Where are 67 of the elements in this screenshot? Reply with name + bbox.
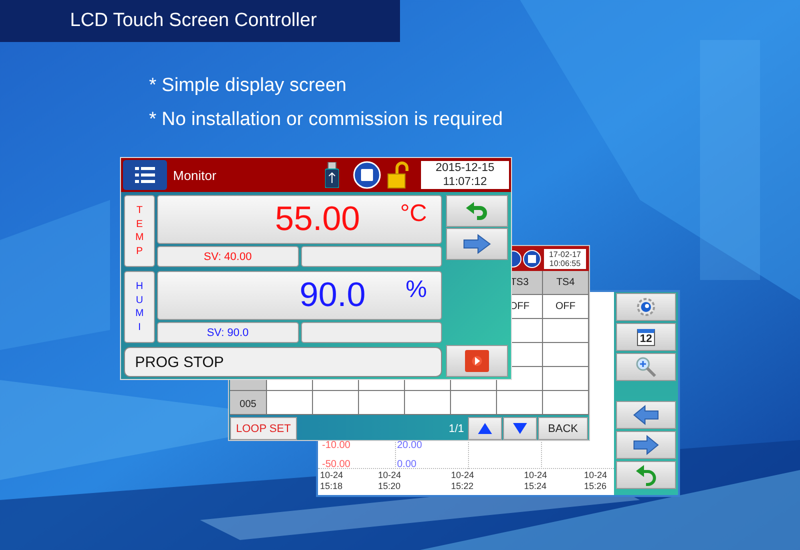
table-cell	[451, 391, 497, 415]
value-text: 55.00	[274, 200, 360, 239]
return-button[interactable]	[446, 195, 508, 227]
table-cell	[543, 343, 589, 367]
axis-label: -10.00	[322, 440, 350, 451]
time-label: 10-24 15:18	[320, 470, 344, 492]
table-cell	[497, 391, 543, 415]
return-button[interactable]	[616, 461, 676, 489]
value-text: 90.0	[299, 276, 366, 315]
page-down-button[interactable]	[503, 417, 537, 440]
right-arrow-icon	[633, 435, 659, 455]
channel-label: TEMP	[124, 195, 155, 267]
left-arrow-button[interactable]	[616, 401, 676, 429]
settings-button[interactable]	[616, 293, 676, 321]
play-icon	[465, 350, 489, 372]
table-cell	[359, 391, 405, 415]
date-time: 2015-12-15 11:07:12	[421, 161, 509, 189]
calendar-icon: 12	[636, 328, 656, 346]
page-indicator: 1/1	[448, 422, 464, 434]
table-cell	[405, 391, 451, 415]
table-cell	[313, 391, 359, 415]
table-cell	[543, 367, 589, 391]
table-cell	[543, 391, 589, 415]
setpoint-text: SV: 90.0	[206, 326, 249, 338]
status-text: PROG STOP	[135, 354, 224, 370]
column-header: TS4	[543, 271, 589, 295]
setpoint-text: SV: 40.00	[204, 250, 252, 262]
screen-title: Monitor	[173, 168, 216, 182]
right-arrow-button[interactable]	[446, 228, 508, 260]
settings-icon	[636, 297, 656, 317]
play-button[interactable]	[446, 345, 508, 377]
down-triangle-icon	[513, 423, 527, 434]
banner-title: LCD Touch Screen Controller	[70, 10, 317, 32]
loop-set-button[interactable]: LOOP SET	[230, 417, 297, 440]
time-label: 10-24 15:20	[378, 470, 402, 492]
axis-label: 20.00	[397, 440, 422, 451]
right-arrow-button[interactable]	[616, 431, 676, 459]
unit-text: °C	[400, 200, 427, 228]
channel-label: HUMI	[124, 271, 155, 343]
row-label: 005	[230, 391, 267, 415]
table-cell: OFF	[543, 295, 589, 319]
padlock-icon	[387, 161, 409, 189]
calendar-button[interactable]: 12	[616, 323, 676, 351]
time-label: 10-24 15:22	[451, 470, 474, 492]
up-triangle-icon	[478, 423, 492, 434]
page-up-button[interactable]	[468, 417, 502, 440]
table-cell	[267, 391, 313, 415]
zoom-icon	[635, 356, 657, 378]
axis-label: 0.00	[397, 459, 416, 470]
return-arrow-icon	[466, 202, 488, 220]
right-arrow-icon	[463, 234, 491, 254]
back-button[interactable]: BACK	[538, 417, 588, 440]
zoom-button[interactable]	[616, 353, 676, 381]
time-label: 10-24 15:26	[584, 470, 608, 492]
axis-label: -50.00	[322, 459, 350, 470]
menu-button[interactable]	[123, 160, 167, 190]
return-arrow-icon	[635, 464, 657, 486]
feature-text: * No installation or commission is required	[149, 109, 503, 131]
date-time: 17-02-17 10:06:55	[544, 248, 586, 268]
table-cell	[543, 319, 589, 343]
unit-text: %	[406, 276, 427, 304]
stop-icon	[353, 161, 381, 189]
left-arrow-icon	[633, 405, 659, 425]
usb-drive-icon	[325, 162, 339, 188]
feature-text: * Simple display screen	[149, 75, 348, 97]
menu-icon	[135, 167, 155, 183]
time-label: 10-24 15:24	[524, 470, 548, 492]
